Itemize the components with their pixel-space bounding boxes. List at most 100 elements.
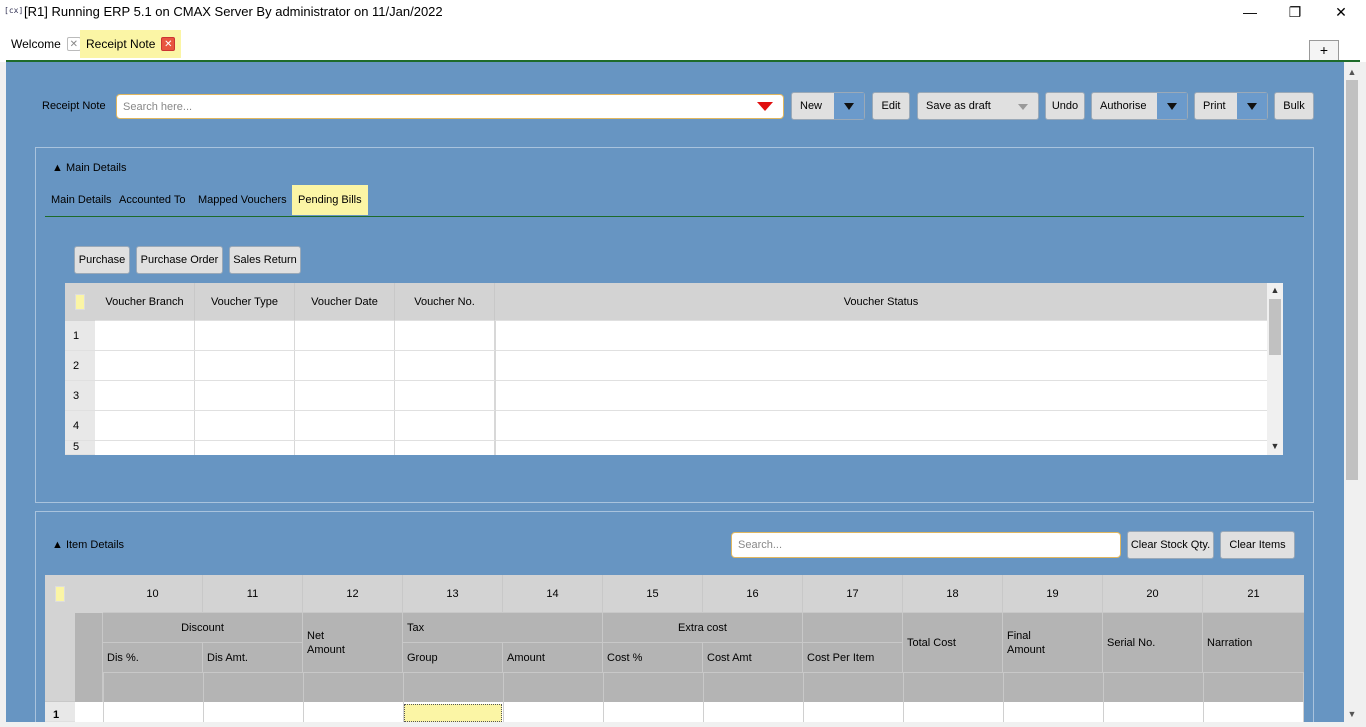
col-number: 20 xyxy=(1103,575,1203,613)
select-all-box[interactable] xyxy=(75,294,85,310)
bulk-button[interactable]: Bulk xyxy=(1274,92,1314,120)
page-scroll-thumb[interactable] xyxy=(1346,80,1358,480)
col-cost-amt[interactable]: Cost Amt xyxy=(703,643,803,673)
tab-receipt-label: Receipt Note xyxy=(86,37,156,51)
scroll-up-icon[interactable]: ▲ xyxy=(1267,283,1283,297)
page-scroll-down-icon[interactable]: ▼ xyxy=(1344,706,1360,722)
tab-welcome[interactable]: Welcome ✕ xyxy=(5,30,87,58)
status-column-lines xyxy=(495,321,1267,455)
purchase-filter-button[interactable]: Purchase xyxy=(74,246,130,274)
app-icon: [cx] xyxy=(4,6,24,15)
col-tax-amount[interactable]: Amount xyxy=(503,643,603,673)
print-button[interactable]: Print xyxy=(1194,92,1268,120)
col-total-cost[interactable]: Total Cost xyxy=(903,613,1003,673)
col-final-amount[interactable]: Final Amount xyxy=(1003,613,1103,673)
tab-mapped-vouchers[interactable]: Mapped Vouchers xyxy=(192,185,293,215)
col-tax-group[interactable]: Group xyxy=(403,643,503,673)
form-label: Receipt Note xyxy=(42,100,106,112)
clear-items-button[interactable]: Clear Items xyxy=(1220,531,1295,559)
col-group-extra-cost: Extra cost xyxy=(603,613,803,643)
col-serial-no[interactable]: Serial No. xyxy=(1103,613,1203,673)
minimize-icon[interactable]: — xyxy=(1227,0,1273,24)
new-button[interactable]: New xyxy=(791,92,865,120)
scroll-down-icon[interactable]: ▼ xyxy=(1267,439,1283,453)
page-scroll-up-icon[interactable]: ▲ xyxy=(1344,64,1360,80)
row-number: 2 xyxy=(65,351,95,381)
col-voucher-date[interactable]: Voucher Date xyxy=(295,283,395,321)
item-filter-row[interactable] xyxy=(75,673,1304,702)
col-voucher-no[interactable]: Voucher No. xyxy=(395,283,495,321)
item-row[interactable] xyxy=(75,702,1304,722)
authorise-button[interactable]: Authorise xyxy=(1091,92,1188,120)
col-group-blank xyxy=(803,613,903,643)
col-dis-amt[interactable]: Dis Amt. xyxy=(203,643,303,673)
close-icon[interactable]: ✕ xyxy=(1318,0,1364,24)
col-number: 11 xyxy=(203,575,303,613)
col-number: 19 xyxy=(1003,575,1103,613)
new-label: New xyxy=(800,100,823,112)
tab-pending-bills[interactable]: Pending Bills xyxy=(292,185,368,215)
item-search-input[interactable]: Search... xyxy=(731,532,1121,558)
page-scrollbar[interactable]: ▲ ▼ xyxy=(1344,62,1360,722)
col-number: 21 xyxy=(1203,575,1304,613)
tab-welcome-label: Welcome xyxy=(11,37,61,51)
clear-stock-qty-button[interactable]: Clear Stock Qty. xyxy=(1127,531,1214,559)
subtab-divider xyxy=(45,216,1304,217)
authorise-dropdown-icon[interactable] xyxy=(1157,93,1187,119)
col-cost-per-item[interactable]: Cost Per Item xyxy=(803,643,903,673)
col-number: 10 xyxy=(103,575,203,613)
col-number: 15 xyxy=(603,575,703,613)
chevron-down-icon xyxy=(1018,104,1028,110)
authorise-label: Authorise xyxy=(1100,100,1147,112)
search-placeholder: Search here... xyxy=(123,101,193,113)
item-grid-spacer xyxy=(75,613,103,702)
window-titlebar: [cx] [R1] Running ERP 5.1 on CMAX Server… xyxy=(0,0,1366,24)
tab-receipt-note[interactable]: Receipt Note ✕ xyxy=(80,30,182,58)
col-number: 17 xyxy=(803,575,903,613)
item-search-placeholder: Search... xyxy=(738,539,783,551)
undo-button[interactable]: Undo xyxy=(1045,92,1085,120)
col-cost-pct[interactable]: Cost % xyxy=(603,643,703,673)
item-details-grid: 10 11 12 13 14 15 16 17 18 19 20 21 Disc… xyxy=(45,575,1304,722)
col-net-amount[interactable]: Net Amount xyxy=(303,613,403,673)
row-number: 1 xyxy=(65,321,95,351)
window-title: [R1] Running ERP 5.1 on CMAX Server By a… xyxy=(24,4,443,19)
item-grid-corner xyxy=(45,613,75,702)
sales-return-filter-button[interactable]: Sales Return xyxy=(229,246,301,274)
print-dropdown-icon[interactable] xyxy=(1237,93,1267,119)
col-group-tax: Tax xyxy=(403,613,603,643)
receipt-note-form: Receipt Note Search here... New Edit Sav… xyxy=(6,62,1344,722)
col-number: 14 xyxy=(503,575,603,613)
voucher-search-input[interactable]: Search here... xyxy=(116,94,784,119)
close-tab-icon[interactable]: ✕ xyxy=(66,37,81,51)
maximize-icon[interactable]: ❐ xyxy=(1272,0,1318,24)
save-draft-label: Save as draft xyxy=(926,100,991,112)
close-tab-icon[interactable]: ✕ xyxy=(161,37,176,51)
row-number: 4 xyxy=(65,411,95,441)
save-draft-button[interactable]: Save as draft xyxy=(917,92,1039,120)
col-voucher-status[interactable]: Voucher Status xyxy=(495,283,1267,321)
edit-button[interactable]: Edit xyxy=(872,92,910,120)
col-number: 12 xyxy=(303,575,403,613)
pending-bills-grid: Voucher Branch Voucher Type Voucher Date… xyxy=(65,283,1267,455)
grid-scrollbar[interactable]: ▲ ▼ xyxy=(1267,283,1283,455)
item-details-toggle[interactable]: ▲ Item Details xyxy=(52,539,124,551)
purchase-order-filter-button[interactable]: Purchase Order xyxy=(136,246,223,274)
col-dis-pct[interactable]: Dis %. xyxy=(103,643,203,673)
col-voucher-type[interactable]: Voucher Type xyxy=(195,283,295,321)
tab-accounted-to[interactable]: Accounted To xyxy=(113,185,191,215)
scroll-thumb[interactable] xyxy=(1269,299,1281,355)
item-select-all-box[interactable] xyxy=(55,586,65,602)
document-tabbar: Welcome ✕ Receipt Note ✕ + xyxy=(0,24,1366,62)
row-number: 5 xyxy=(65,441,95,455)
new-dropdown-icon[interactable] xyxy=(834,93,864,119)
tab-main-details[interactable]: Main Details xyxy=(45,185,118,215)
main-details-toggle[interactable]: ▲ Main Details xyxy=(52,162,126,174)
dropdown-triangle-icon[interactable] xyxy=(757,102,773,111)
col-narration[interactable]: Narration xyxy=(1203,613,1304,673)
print-label: Print xyxy=(1203,100,1226,112)
col-number: 16 xyxy=(703,575,803,613)
col-voucher-branch[interactable]: Voucher Branch xyxy=(95,283,195,321)
active-cell-tax-group[interactable] xyxy=(404,704,502,722)
add-tab-button[interactable]: + xyxy=(1309,40,1339,61)
